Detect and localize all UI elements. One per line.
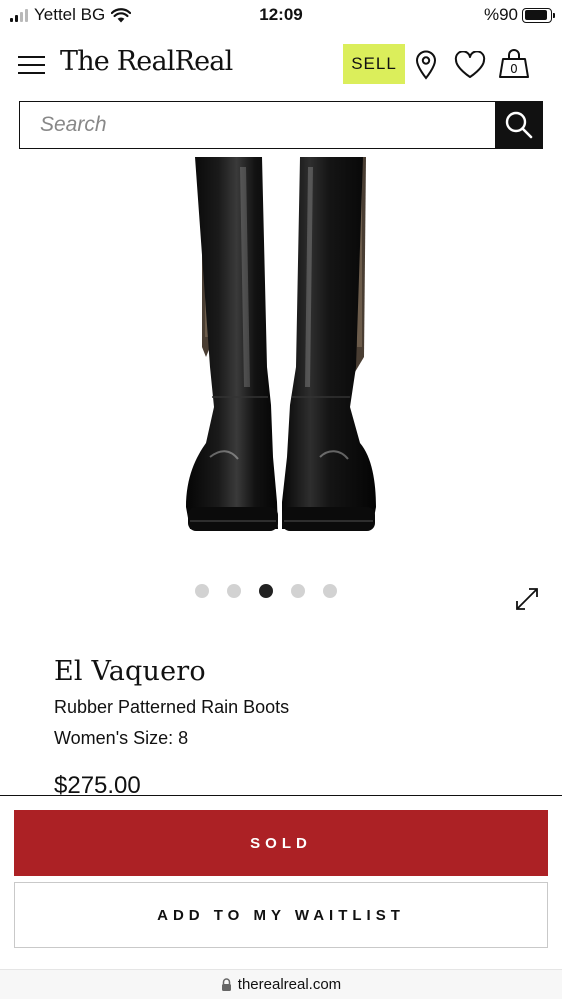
carousel-dot[interactable] (227, 584, 241, 598)
bag-count: 0 (510, 62, 518, 76)
shopping-bag-icon[interactable]: 0 (498, 49, 530, 79)
product-price: $275.00 (54, 772, 141, 795)
product-image[interactable] (150, 157, 412, 550)
browser-url-bar[interactable]: therealreal.com (0, 969, 562, 999)
site-logo[interactable]: The RealReal (60, 46, 233, 77)
carousel-dot[interactable] (195, 584, 209, 598)
status-bar: Yettel BG 12:09 %90 (0, 0, 562, 30)
product-name: Rubber Patterned Rain Boots (54, 697, 290, 717)
lock-icon (221, 978, 231, 991)
add-to-waitlist-button[interactable]: ADD TO MY WAITLIST (14, 882, 548, 948)
status-right: %90 (483, 5, 555, 25)
carousel-dot-active[interactable] (259, 584, 273, 598)
product-size: Women's Size: 8 (54, 728, 189, 748)
product-brand[interactable]: El Vaquero (54, 656, 206, 687)
search-input[interactable] (20, 102, 495, 148)
carousel-dot[interactable] (323, 584, 337, 598)
search-bar (19, 101, 543, 149)
purchase-action-bar: SOLD ADD TO MY WAITLIST (0, 795, 562, 969)
image-carousel-dots (195, 584, 337, 598)
url-text: therealreal.com (237, 976, 342, 993)
battery-percent: %90 (483, 5, 518, 24)
search-icon (505, 111, 532, 139)
sell-button[interactable]: SELL (343, 44, 405, 84)
expand-icon[interactable] (512, 584, 542, 614)
location-pin-icon[interactable] (415, 50, 437, 80)
clock: 12:09 (259, 5, 303, 24)
carousel-dot[interactable] (291, 584, 305, 598)
battery-icon (522, 7, 555, 23)
heart-icon[interactable] (454, 51, 486, 79)
site-header: The RealReal SELL 0 (0, 40, 562, 90)
sold-button[interactable]: SOLD (14, 810, 548, 876)
search-button[interactable] (495, 102, 542, 148)
menu-icon[interactable] (18, 54, 45, 76)
